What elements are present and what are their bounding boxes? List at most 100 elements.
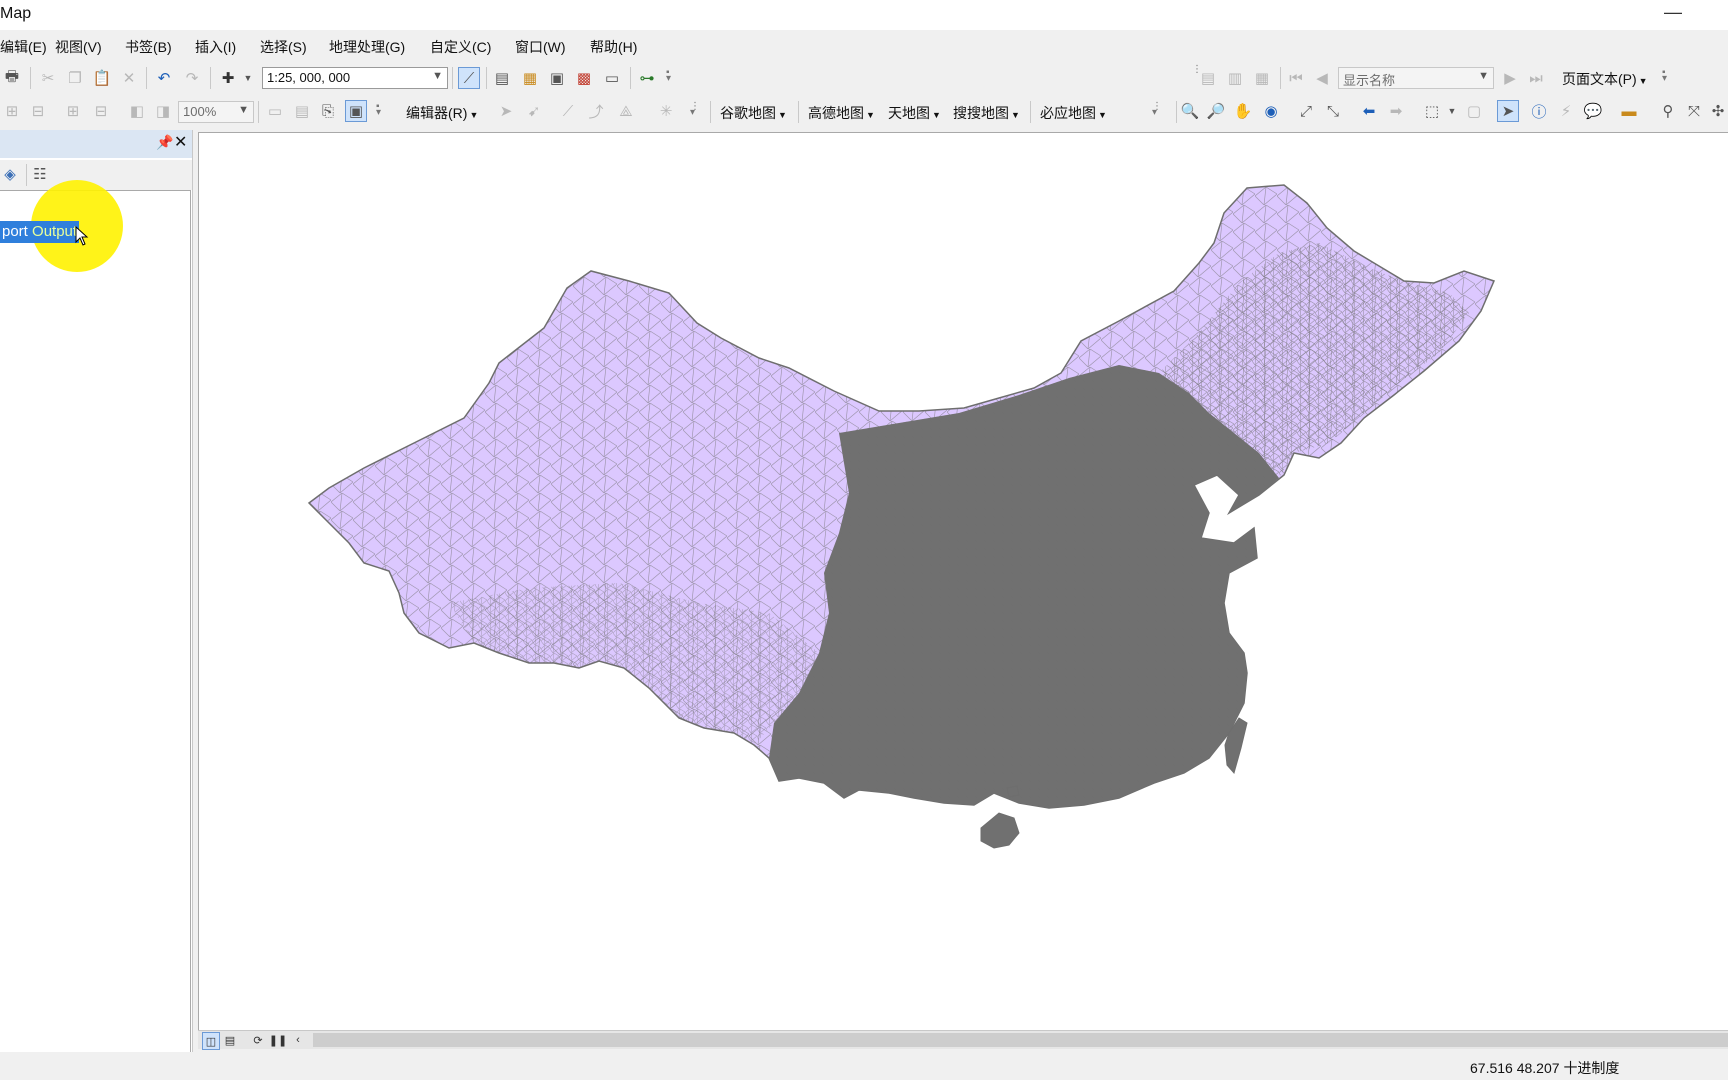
menu-selection[interactable]: 选择(S): [260, 37, 307, 57]
hyperlink-icon[interactable]: ⚡: [1556, 101, 1576, 121]
data-view-icon[interactable]: ◫: [202, 1032, 220, 1050]
map-canvas[interactable]: [199, 133, 1728, 1031]
pan-hand-icon[interactable]: ✋: [1233, 101, 1253, 121]
split-tool-icon[interactable]: ✳: [656, 101, 676, 121]
pin-icon[interactable]: 📌: [156, 134, 173, 151]
edit-annotation-icon[interactable]: ➹: [524, 101, 544, 121]
fixed-zoom-in-icon[interactable]: ⊞: [63, 101, 83, 121]
measure-icon[interactable]: ▬: [1619, 101, 1639, 121]
identify-icon[interactable]: ⓘ: [1529, 101, 1549, 121]
menu-geoprocessing[interactable]: 地理处理(G): [329, 37, 405, 57]
gaode-map-menu[interactable]: 高德地图 ▼: [808, 103, 875, 123]
menu-windows[interactable]: 窗口(W): [515, 37, 566, 57]
google-map-menu[interactable]: 谷歌地图 ▼: [720, 103, 787, 123]
pause-drawing-icon[interactable]: ❚❚: [269, 1032, 287, 1048]
search-window-icon[interactable]: ▣: [547, 68, 567, 88]
data-driven-pages-icon[interactable]: ▣: [345, 100, 367, 122]
editor-menu[interactable]: 编辑器(R) ▼: [406, 103, 478, 123]
edit-tool-icon[interactable]: ➤: [496, 101, 516, 121]
display-name-combo[interactable]: 显示名称 ▼: [1338, 67, 1494, 89]
back-extent-icon[interactable]: ◧: [127, 101, 147, 121]
menu-help[interactable]: 帮助(H): [590, 37, 637, 57]
coastal-island[interactable]: [1006, 785, 1020, 798]
layout-zoom-out-icon[interactable]: ⊟: [28, 101, 48, 121]
cut-icon[interactable]: ✂: [38, 68, 58, 88]
layout-icon[interactable]: ▤: [1198, 68, 1218, 88]
python-icon[interactable]: ▭: [602, 68, 622, 88]
minimize-button[interactable]: —: [1664, 2, 1682, 23]
toolbar-grip-icon[interactable]: ▪ ▾: [376, 102, 382, 126]
layout-zoom-in-icon[interactable]: ⊞: [2, 101, 22, 121]
layer-name-edit[interactable]: port Output: [0, 221, 80, 243]
clear-selection-icon[interactable]: ▢: [1464, 101, 1484, 121]
last-page-icon[interactable]: ⏭: [1526, 68, 1546, 88]
chevron-down-icon[interactable]: ▼: [1442, 101, 1462, 121]
horizontal-scrollbar[interactable]: [313, 1033, 1728, 1047]
paste-icon[interactable]: 📋: [92, 68, 112, 88]
bing-map-menu[interactable]: 必应地图 ▼: [1040, 103, 1107, 123]
zoom-in-icon[interactable]: 🔍: [1180, 101, 1200, 121]
page-text-menu[interactable]: 页面文本(P) ▼: [1562, 69, 1648, 89]
chevron-down-icon[interactable]: ▼: [432, 70, 443, 82]
chevron-down-icon[interactable]: ▼: [238, 68, 258, 88]
fixed-zoom-out-icon[interactable]: ⊟: [91, 101, 111, 121]
add-data-icon[interactable]: ✚: [218, 68, 238, 88]
layout-view-icon[interactable]: ▤: [222, 1032, 238, 1048]
tianditu-map-menu[interactable]: 天地图 ▼: [888, 103, 941, 123]
table-icon[interactable]: ▤: [492, 68, 512, 88]
arctoolbox-icon[interactable]: ▩: [574, 68, 594, 88]
end-point-arc-icon[interactable]: ⤴: [586, 101, 606, 121]
editor-toolbar-icon[interactable]: ⟋: [458, 67, 480, 89]
menu-insert[interactable]: 插入(I): [195, 37, 236, 57]
list-by-drawing-order-icon[interactable]: ◈: [0, 164, 20, 184]
next-page-icon[interactable]: ▶: [1500, 68, 1520, 88]
trace-icon[interactable]: ⟁: [616, 101, 636, 121]
fixed-zoom-in-icon[interactable]: ⤢: [1296, 101, 1316, 121]
forward-extent-icon[interactable]: ◨: [153, 101, 173, 121]
chevron-down-icon[interactable]: ▼: [1478, 70, 1489, 82]
close-icon[interactable]: ✕: [174, 132, 187, 152]
toggle-draft-icon[interactable]: ▭: [265, 101, 285, 121]
find-route-icon[interactable]: ⤧: [1684, 101, 1704, 121]
go-back-icon[interactable]: ⬅: [1359, 101, 1379, 121]
scroll-left-icon[interactable]: ‹: [290, 1032, 306, 1048]
delete-icon[interactable]: ✕: [119, 68, 139, 88]
first-page-icon[interactable]: ⏮: [1286, 68, 1306, 88]
layout-zoom-combo[interactable]: 100% ▼: [178, 101, 254, 123]
layout-icon[interactable]: ▦: [1252, 68, 1272, 88]
undo-icon[interactable]: ↶: [154, 68, 174, 88]
select-elements-arrow-icon[interactable]: ➤: [1497, 100, 1519, 122]
refresh-icon[interactable]: ⟳: [250, 1032, 266, 1048]
find-binoculars-icon[interactable]: ⚲: [1658, 101, 1678, 121]
catalog-icon[interactable]: ▦: [520, 68, 540, 88]
straight-segment-icon[interactable]: ⟋: [558, 101, 578, 121]
chevron-down-icon[interactable]: ▼: [238, 104, 249, 116]
change-layout-icon[interactable]: ⎘: [318, 101, 338, 121]
model-builder-icon[interactable]: ⊶: [637, 68, 657, 88]
toolbar-grip-icon[interactable]: ⋮ ▾: [1152, 102, 1162, 126]
toolbar-grip-icon[interactable]: ▪ ▾: [1662, 68, 1668, 92]
full-extent-globe-icon[interactable]: ◉: [1261, 101, 1281, 121]
zoom-out-icon[interactable]: 🔎: [1206, 101, 1226, 121]
menu-edit[interactable]: 编辑(E): [0, 37, 47, 57]
map-scale-combo[interactable]: 1:25, 000, 000 ▼: [262, 67, 448, 89]
soso-map-menu[interactable]: 搜搜地图 ▼: [953, 103, 1020, 123]
redo-icon[interactable]: ↷: [182, 68, 202, 88]
toolbar-grip-icon[interactable]: ▪ ▾: [666, 68, 672, 92]
map-view[interactable]: [198, 132, 1728, 1031]
layout-icon[interactable]: ▥: [1225, 68, 1245, 88]
menu-customize[interactable]: 自定义(C): [430, 37, 491, 57]
menu-bookmarks[interactable]: 书签(B): [125, 37, 172, 57]
go-to-xy-icon[interactable]: ✣: [1708, 101, 1728, 121]
select-features-icon[interactable]: ⬚: [1422, 101, 1442, 121]
copy-icon[interactable]: ❐: [65, 68, 85, 88]
focus-frame-icon[interactable]: ▤: [292, 101, 312, 121]
go-forward-icon[interactable]: ➡: [1386, 101, 1406, 121]
html-popup-icon[interactable]: 💬: [1583, 101, 1603, 121]
fixed-zoom-out-icon[interactable]: ⤡: [1323, 101, 1343, 121]
list-by-source-icon[interactable]: ☷: [30, 164, 50, 184]
print-icon[interactable]: 🖶: [2, 68, 22, 88]
toolbar-grip-icon[interactable]: ⋮ ▾: [690, 102, 700, 126]
previous-page-icon[interactable]: ◀: [1312, 68, 1332, 88]
hainan-island[interactable]: [980, 812, 1020, 849]
